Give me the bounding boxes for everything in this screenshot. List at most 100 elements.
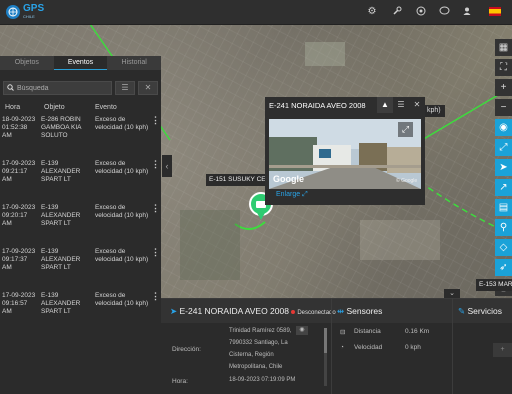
table-row[interactable]: 18-09-2023 01:52:38 AM E-286 ROBIN GAMBO…	[0, 116, 161, 160]
panel-tabs: Objetos Eventos Historial	[0, 56, 161, 70]
sensor-label: Distancia	[354, 328, 381, 335]
status-dot-icon	[290, 309, 295, 314]
sensor-icon: ⇹	[337, 306, 345, 316]
column-header-hora[interactable]: Hora	[5, 102, 20, 114]
pin-icon[interactable]: ⚲	[495, 219, 512, 236]
logo-text: GPS	[23, 3, 45, 14]
speed-badge: kph)	[424, 105, 445, 117]
filter-list-button[interactable]: ☰	[115, 81, 135, 95]
copyright-text: © Google	[396, 178, 418, 184]
details-header: ➤ E-241 NORAIDA AVEO 2008 Desconectado ⇹…	[161, 298, 512, 323]
direccion-line: Cisterna, Región	[229, 352, 274, 358]
zoom-out-icon[interactable]: −	[495, 99, 512, 116]
logo-subtext: CHILE	[23, 14, 35, 19]
row-time: 18-09-2023 01:52:38 AM	[2, 116, 36, 139]
row-event: Exceso de velocidad (10 kph)	[95, 248, 149, 263]
sensor-value: 0.16 Km	[405, 328, 430, 335]
search-input[interactable]	[17, 84, 97, 92]
street-view-tab-icon[interactable]: ▲	[377, 97, 393, 113]
direccion-line: 7990332 Santiago, La	[229, 340, 288, 346]
route-icon[interactable]: ↗	[495, 179, 512, 196]
hora-value: 18-09-2023 07:19:09 PM	[229, 377, 296, 383]
direccion-line: Metropolitana, Chile	[229, 364, 283, 370]
services-label: Servicios	[467, 306, 502, 316]
row-event: Exceso de velocidad (10 kph)	[95, 160, 149, 175]
send-icon[interactable]: ➶	[495, 259, 512, 276]
navigate-icon: ➤	[170, 306, 178, 316]
close-icon[interactable]: ✕	[409, 97, 425, 113]
globe-icon	[6, 4, 20, 19]
expand-icon[interactable]: ⤢	[398, 122, 413, 137]
language-flag-icon[interactable]	[489, 7, 501, 16]
map-block	[180, 210, 240, 280]
top-bar: GPS CHILE ⚙	[0, 0, 512, 25]
street-view-image[interactable]: Google © Google ⤢	[269, 119, 421, 189]
search-box[interactable]	[3, 81, 112, 95]
details-tab-icon[interactable]: ☰	[393, 97, 409, 113]
collapse-chevron-down-icon[interactable]: ⌄	[444, 289, 460, 298]
add-service-button[interactable]: +	[493, 343, 512, 357]
tab-eventos[interactable]: Eventos	[53, 56, 108, 70]
navigate-icon[interactable]: ➤	[495, 159, 512, 176]
map-toolbar: ▦ ⛶ + − ◉ ⤢ ➤ ↗ ▤ ⚲ ◇ ➶ ▯	[495, 39, 512, 299]
row-time: 17-09-2023 09:21:17 AM	[2, 160, 36, 183]
eye-icon[interactable]: ◉	[296, 326, 308, 335]
settings-icon[interactable]: ⚙	[366, 6, 378, 18]
fullscreen-icon[interactable]: ⛶	[495, 59, 512, 76]
table-row[interactable]: 17-09-2023 09:21:17 AM E-139 ALEXANDER S…	[0, 160, 161, 204]
row-menu-icon[interactable]: ⋮	[151, 116, 160, 125]
map-block	[305, 42, 345, 66]
row-menu-icon[interactable]: ⋮	[151, 248, 160, 257]
collapse-panel-chevron-left-icon[interactable]: ‹	[162, 155, 172, 177]
locate-icon[interactable]: ◉	[495, 119, 512, 136]
sensor-value: 0 kph	[405, 344, 421, 351]
divider	[331, 298, 332, 394]
fit-bounds-icon[interactable]: ⤢	[495, 139, 512, 156]
enlarge-label: Enlarge	[276, 191, 301, 198]
row-menu-icon[interactable]: ⋮	[151, 292, 160, 301]
sensor-label: Velocidad	[354, 344, 383, 351]
column-header-objeto[interactable]: Objeto	[44, 102, 65, 114]
vehicle-label[interactable]: E-153 MAR	[476, 279, 512, 291]
search-icon	[7, 83, 14, 93]
divider	[452, 298, 453, 394]
popup-header: E-241 NORAIDA AVEO 2008 ▲ ☰ ✕	[265, 97, 425, 113]
marker-pin-icon	[256, 211, 266, 220]
layers-icon[interactable]: ▦	[495, 39, 512, 56]
tab-historial[interactable]: Historial	[107, 56, 161, 70]
enlarge-link[interactable]: Enlarge ⤢	[276, 191, 308, 199]
hora-label: Hora:	[172, 378, 188, 385]
scrollbar-thumb[interactable]	[324, 328, 327, 353]
clear-button[interactable]: ✕	[138, 81, 158, 95]
google-logo: Google	[273, 174, 304, 184]
search-row: ☰ ✕	[3, 81, 158, 95]
row-menu-icon[interactable]: ⋮	[151, 204, 160, 213]
row-object: E-139 ALEXANDER SPART LT	[41, 204, 81, 227]
row-event: Exceso de velocidad (10 kph)	[95, 204, 149, 219]
scrollbar[interactable]	[324, 328, 327, 386]
direccion-label: Dirección:	[172, 346, 201, 353]
document-icon[interactable]: ▤	[495, 199, 512, 216]
row-menu-icon[interactable]: ⋮	[151, 160, 160, 169]
table-row[interactable]: 17-09-2023 09:17:37 AM E-139 ALEXANDER S…	[0, 248, 161, 292]
vehicle-title: ➤ E-241 NORAIDA AVEO 2008 Desconectado	[170, 299, 336, 323]
chat-icon[interactable]	[438, 6, 450, 18]
status-label: Desconectado	[297, 310, 336, 316]
vehicle-label[interactable]: E-151 SUSUKY CE	[206, 174, 269, 186]
row-object: E-139 ALEXANDER SPART LT	[41, 248, 81, 271]
row-time: 17-09-2023 09:17:37 AM	[2, 248, 36, 271]
tag-icon[interactable]: ◇	[495, 239, 512, 256]
user-icon[interactable]	[461, 6, 473, 18]
table-row[interactable]: 17-09-2023 09:20:17 AM E-139 ALEXANDER S…	[0, 204, 161, 248]
zoom-in-icon[interactable]: +	[495, 79, 512, 96]
row-time: 17-09-2023 09:16:57 AM	[2, 292, 36, 315]
table-row[interactable]: 17-09-2023 09:16:57 AM E-139 ALEXANDER S…	[0, 292, 161, 336]
target-icon[interactable]	[415, 6, 427, 18]
logo[interactable]: GPS CHILE	[6, 4, 44, 19]
events-panel: Objetos Eventos Historial ☰ ✕ Hora Objet…	[0, 56, 161, 394]
tab-objetos[interactable]: Objetos	[0, 56, 54, 70]
table-header: Hora Objeto Evento	[0, 102, 161, 114]
events-list: 18-09-2023 01:52:38 AM E-286 ROBIN GAMBO…	[0, 116, 161, 336]
column-header-evento[interactable]: Evento	[95, 102, 117, 114]
wrench-icon[interactable]	[391, 6, 403, 18]
